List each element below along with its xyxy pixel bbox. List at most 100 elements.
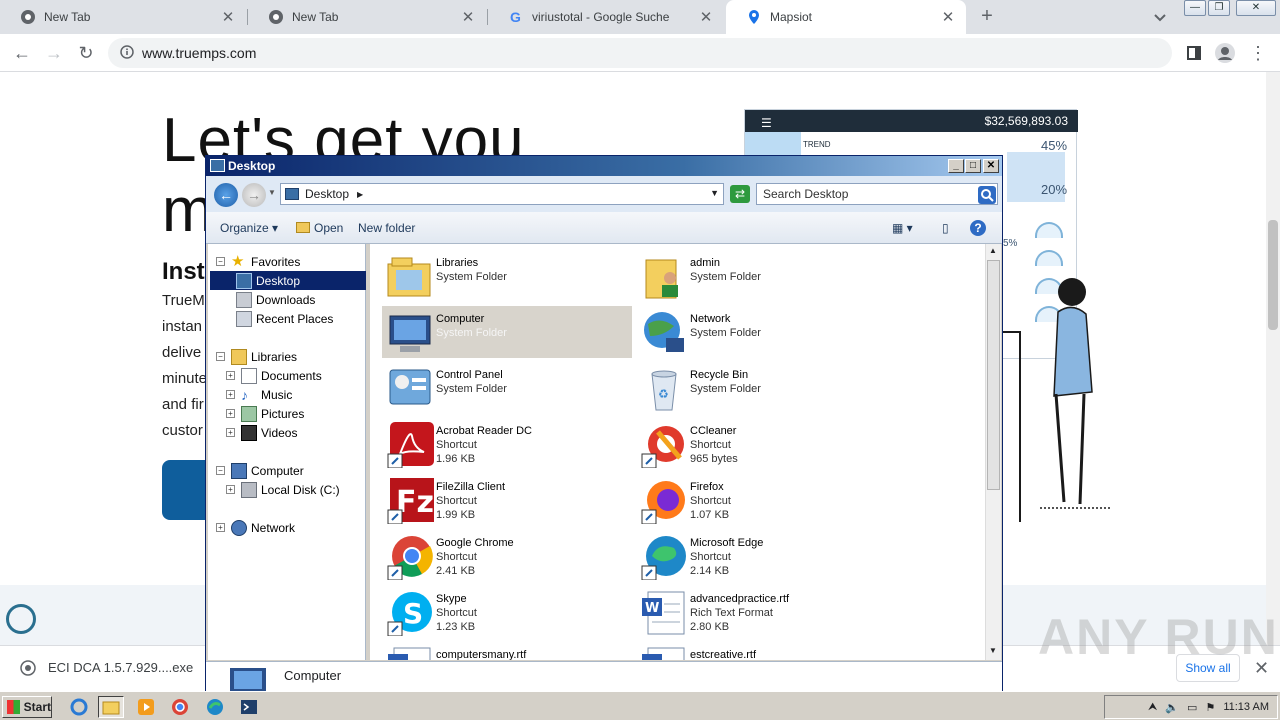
file-item-microsoft-edge[interactable]: Microsoft Edge Shortcut 2.14 KB — [636, 530, 886, 582]
history-dropdown-icon[interactable]: ▼ — [268, 188, 276, 197]
tab-title: Mapsiot — [770, 10, 813, 24]
nav-desktop[interactable]: Desktop — [210, 271, 366, 290]
chat-widget-icon[interactable] — [6, 604, 36, 634]
close-tab-icon[interactable]: ✕ — [698, 9, 714, 26]
close-tab-icon[interactable]: ✕ — [220, 9, 236, 26]
file-item-admin[interactable]: admin System Folder — [636, 250, 886, 302]
site-info-icon[interactable] — [120, 44, 134, 62]
explorer-titlebar[interactable]: Desktop _ □ ✕ — [206, 156, 1002, 176]
page-scrollbar[interactable] — [1266, 72, 1280, 647]
chevron-down-icon[interactable] — [1152, 9, 1168, 25]
start-button[interactable]: Start — [2, 696, 52, 718]
tab-virustotal-search[interactable]: G viriustotal - Google Suche ✕ — [488, 0, 724, 34]
expand-icon[interactable]: + — [226, 371, 235, 380]
explorer-minimize-button[interactable]: _ — [948, 159, 964, 173]
collapse-icon[interactable]: − — [216, 257, 225, 266]
scroll-down-icon[interactable]: ▼ — [989, 646, 997, 655]
expand-icon[interactable]: + — [216, 523, 225, 532]
search-icon[interactable] — [978, 186, 996, 204]
content-scrollbar[interactable]: ▲ ▼ — [985, 244, 1001, 660]
open-button[interactable]: Open — [296, 221, 343, 235]
file-item-estcreative-rtf[interactable]: estcreative.rtf — [636, 642, 886, 660]
refresh-icon[interactable]: ⇄ — [730, 185, 750, 203]
media-player-icon[interactable] — [133, 696, 159, 718]
search-desktop-input[interactable]: Search Desktop — [756, 183, 998, 205]
nav-recent-places[interactable]: Recent Places — [236, 309, 333, 328]
internet-explorer-icon[interactable] — [66, 696, 92, 718]
nav-downloads[interactable]: Downloads — [236, 290, 315, 309]
expand-icon[interactable]: + — [226, 409, 235, 418]
reload-icon[interactable]: ↻ — [74, 41, 98, 65]
close-tab-icon[interactable]: ✕ — [460, 9, 476, 26]
tab-new-tab-2[interactable]: New Tab ✕ — [248, 0, 486, 34]
file-item-recycle-bin[interactable]: ♻ Recycle Bin System Folder — [636, 362, 886, 414]
download-filename[interactable]: ECI DCA 1.5.7.929....exe — [48, 660, 193, 675]
tray-expand-icon[interactable]: ⮝ — [1148, 701, 1157, 714]
speaker-icon[interactable]: 🔈 — [1165, 701, 1179, 714]
collapse-icon[interactable]: − — [216, 352, 225, 361]
close-window-button[interactable]: ✕ — [1236, 0, 1276, 16]
nav-music[interactable]: + ♪ Music — [226, 385, 292, 404]
file-item-google-chrome[interactable]: Google Chrome Shortcut 2.41 KB — [382, 530, 632, 582]
tab-new-tab-1[interactable]: New Tab ✕ — [0, 0, 246, 34]
expand-icon[interactable]: + — [226, 390, 235, 399]
address-dropdown-icon[interactable]: ▼ — [710, 188, 719, 198]
explorer-taskbar-icon[interactable] — [98, 696, 124, 718]
expand-icon[interactable]: + — [226, 428, 235, 437]
content-scrollbar-thumb[interactable] — [987, 260, 1000, 490]
file-item-filezilla[interactable]: Fz FileZilla Client Shortcut 1.99 KB — [382, 474, 632, 526]
nav-network[interactable]: + Network — [216, 518, 295, 537]
expand-icon[interactable]: + — [226, 485, 235, 494]
explorer-close-button[interactable]: ✕ — [983, 159, 999, 173]
organize-menu[interactable]: Organize ▾ — [220, 221, 278, 235]
terminal-taskbar-icon[interactable] — [236, 696, 262, 718]
help-icon[interactable]: ? — [970, 220, 986, 236]
page-scrollbar-thumb[interactable] — [1268, 220, 1278, 330]
address-bar[interactable]: www.truemps.com — [108, 38, 1172, 68]
back-arrow-icon[interactable]: ← — [214, 183, 238, 207]
new-tab-button[interactable]: + — [976, 6, 998, 28]
explorer-maximize-button[interactable]: □ — [965, 159, 981, 173]
minimize-button[interactable]: — — [1184, 0, 1206, 16]
edge-taskbar-icon[interactable] — [202, 696, 228, 718]
new-folder-button[interactable]: New folder — [358, 221, 415, 235]
file-item-advancedpractice-rtf[interactable]: W advancedpractice.rtf Rich Text Format 2.… — [636, 586, 886, 638]
chrome-taskbar-icon[interactable] — [167, 696, 193, 718]
file-type: Shortcut — [436, 607, 477, 619]
scroll-up-icon[interactable]: ▲ — [989, 246, 997, 255]
tab-mapsiot[interactable]: Mapsiot ✕ — [726, 0, 966, 34]
file-item-network[interactable]: Network System Folder — [636, 306, 886, 358]
network-tray-icon[interactable]: ▭ — [1187, 701, 1197, 714]
collapse-icon[interactable]: − — [216, 466, 225, 475]
preview-pane-icon[interactable]: ▯ — [942, 221, 949, 235]
back-arrow-icon[interactable]: ← — [10, 41, 34, 65]
file-item-libraries[interactable]: Libraries System Folder — [382, 250, 632, 302]
file-item-control-panel[interactable]: Control Panel System Folder — [382, 362, 632, 414]
forward-arrow-icon[interactable]: → — [42, 41, 66, 65]
side-panel-icon[interactable] — [1182, 41, 1206, 65]
nav-videos[interactable]: + Videos — [226, 423, 297, 442]
file-item-computer[interactable]: Computer System Folder — [382, 306, 632, 358]
menu-dots-icon[interactable]: ⋮ — [1246, 41, 1270, 65]
profile-avatar-icon[interactable] — [1213, 41, 1237, 65]
nav-libraries[interactable]: − Libraries — [216, 347, 297, 366]
nav-computer[interactable]: − Computer — [216, 461, 304, 480]
nav-favorites[interactable]: − ★ Favorites — [216, 252, 300, 271]
breadcrumb-arrow-icon[interactable]: ▶ — [357, 190, 363, 199]
file-item-skype[interactable]: S Skype Shortcut 1.23 KB — [382, 586, 632, 638]
clock[interactable]: 11:13 AM — [1223, 701, 1269, 713]
file-item-firefox[interactable]: Firefox Shortcut 1.07 KB — [636, 474, 886, 526]
nav-pictures[interactable]: + Pictures — [226, 404, 304, 423]
file-item-computersmany-rtf[interactable]: computersmany.rtf — [382, 642, 632, 660]
file-item-acrobat[interactable]: Acrobat Reader DC Shortcut 1.96 KB — [382, 418, 632, 470]
flag-icon[interactable]: ⚑ — [1205, 701, 1215, 714]
restore-button[interactable]: ❐ — [1208, 0, 1230, 16]
close-tab-icon[interactable]: ✕ — [940, 9, 956, 26]
svg-text:W: W — [645, 601, 659, 616]
view-options-icon[interactable]: ▦ ▾ — [892, 221, 913, 235]
nav-local-disk[interactable]: + Local Disk (C:) — [226, 480, 340, 499]
explorer-address-bar[interactable]: Desktop ▶ ▼ — [280, 183, 724, 205]
nav-documents[interactable]: + Documents — [226, 366, 322, 385]
forward-arrow-icon[interactable]: → — [242, 183, 266, 207]
file-item-ccleaner[interactable]: CCleaner Shortcut 965 bytes — [636, 418, 886, 470]
